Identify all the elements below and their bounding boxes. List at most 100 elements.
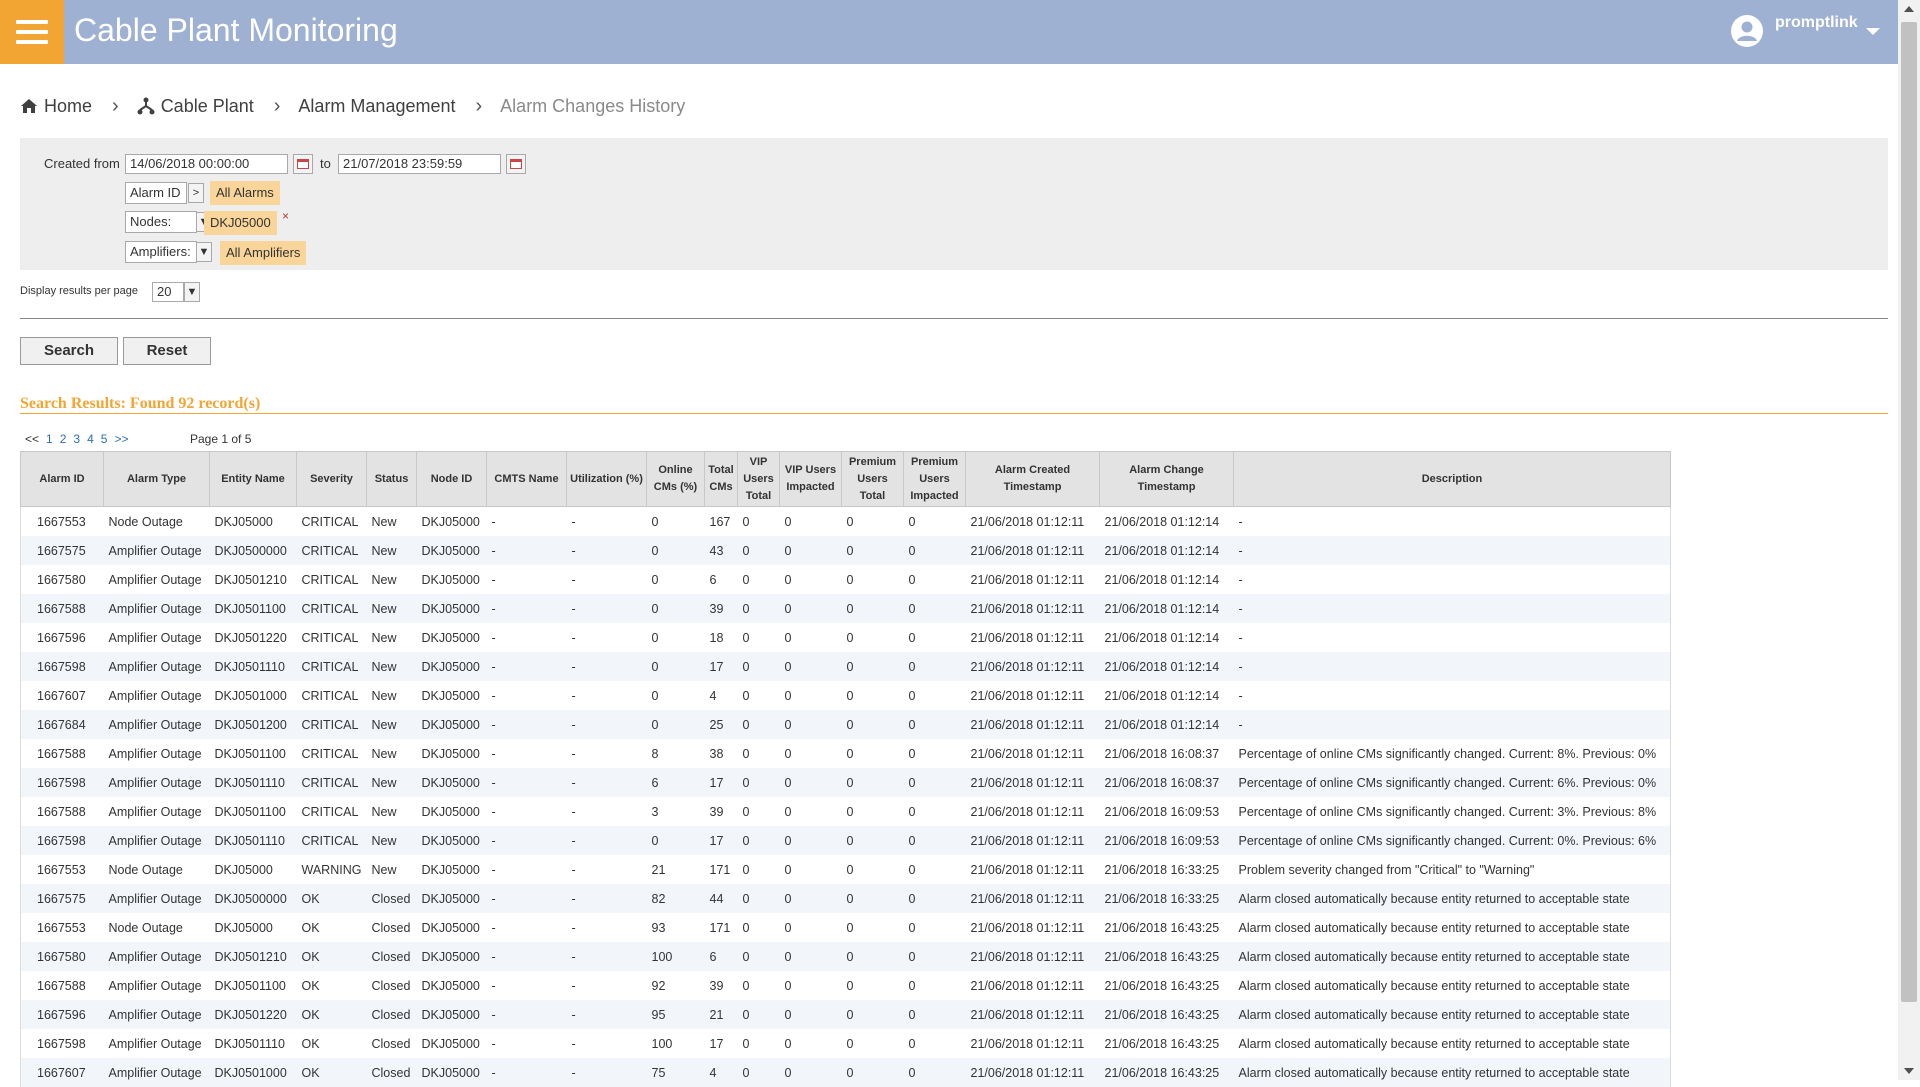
pager-page-5[interactable]: 5 <box>101 432 108 446</box>
column-header[interactable]: Alarm ID <box>21 452 104 507</box>
nodes-select[interactable]: Nodes: <box>125 211 197 233</box>
node-filter-tag[interactable]: DKJ05000 <box>204 211 277 235</box>
pager-first[interactable]: << <box>25 432 39 446</box>
table-cell: 21/06/2018 01:12:11 <box>966 826 1100 855</box>
breadcrumb-home[interactable]: Home <box>20 96 92 117</box>
column-header[interactable]: Status <box>367 452 417 507</box>
table-row[interactable]: 1667553Node OutageDKJ05000WARNINGNewDKJ0… <box>21 855 1671 884</box>
table-cell: 21/06/2018 01:12:14 <box>1100 536 1234 565</box>
table-row[interactable]: 1667598Amplifier OutageDKJ0501110CRITICA… <box>21 652 1671 681</box>
column-header[interactable]: Node ID <box>417 452 487 507</box>
pager-page-4[interactable]: 4 <box>87 432 94 446</box>
table-cell: - <box>567 536 647 565</box>
amplifiers-dropdown-icon[interactable]: ▼ <box>196 242 212 262</box>
search-button[interactable]: Search <box>20 337 118 365</box>
table-cell: Node Outage <box>104 507 210 537</box>
hamburger-icon[interactable] <box>0 0 64 64</box>
table-row[interactable]: 1667607Amplifier OutageDKJ0501000OKClose… <box>21 1058 1671 1087</box>
table-cell: 0 <box>842 768 904 797</box>
column-header[interactable]: Alarm Type <box>104 452 210 507</box>
pager-page-2[interactable]: 2 <box>60 432 67 446</box>
severity-cell: CRITICAL <box>297 710 367 739</box>
per-page-dropdown-icon[interactable]: ▼ <box>184 282 200 302</box>
table-row[interactable]: 1667580Amplifier OutageDKJ0501210OKClose… <box>21 942 1671 971</box>
table-row[interactable]: 1667588Amplifier OutageDKJ0501100CRITICA… <box>21 797 1671 826</box>
column-header[interactable]: Severity <box>297 452 367 507</box>
table-cell: 171 <box>705 913 738 942</box>
severity-cell: OK <box>297 1058 367 1087</box>
breadcrumb-cable-plant[interactable]: Cable Plant <box>137 96 254 117</box>
table-cell: 17 <box>705 652 738 681</box>
column-header[interactable]: Utilization (%) <box>567 452 647 507</box>
table-row[interactable]: 1667596Amplifier OutageDKJ0501220CRITICA… <box>21 623 1671 652</box>
table-row[interactable]: 1667553Node OutageDKJ05000CRITICALNewDKJ… <box>21 507 1671 537</box>
table-cell: Alarm closed automatically because entit… <box>1234 1000 1671 1029</box>
date-to-input[interactable]: 21/07/2018 23:59:59 <box>338 154 501 174</box>
amplifier-filter-tag[interactable]: All Amplifiers <box>220 241 306 265</box>
table-cell: 17 <box>705 826 738 855</box>
table-cell: 21/06/2018 01:12:11 <box>966 768 1100 797</box>
pager-page-3[interactable]: 3 <box>73 432 80 446</box>
table-cell: 0 <box>780 681 842 710</box>
scrollbar-thumb[interactable] <box>1901 22 1917 1002</box>
table-row[interactable]: 1667575Amplifier OutageDKJ0500000CRITICA… <box>21 536 1671 565</box>
table-cell: Closed <box>367 971 417 1000</box>
calendar-icon[interactable] <box>506 154 526 174</box>
pager-last[interactable]: >> <box>114 432 128 446</box>
date-from-input[interactable]: 14/06/2018 00:00:00 <box>125 154 288 174</box>
table-cell: DKJ05000 <box>417 739 487 768</box>
user-menu-caret-icon[interactable] <box>1866 28 1880 35</box>
table-row[interactable]: 1667580Amplifier OutageDKJ0501210CRITICA… <box>21 565 1671 594</box>
table-row[interactable]: 1667588Amplifier OutageDKJ0501100CRITICA… <box>21 594 1671 623</box>
vertical-scrollbar[interactable] <box>1898 0 1920 1080</box>
pager-page-1[interactable]: 1 <box>46 432 53 446</box>
table-header-row: Alarm IDAlarm TypeEntity NameSeveritySta… <box>21 452 1671 507</box>
table-cell: 0 <box>842 942 904 971</box>
user-avatar-icon[interactable] <box>1731 15 1763 47</box>
table-row[interactable]: 1667575Amplifier OutageDKJ0500000OKClose… <box>21 884 1671 913</box>
column-header[interactable]: Entity Name <box>210 452 297 507</box>
table-cell: DKJ05000 <box>417 971 487 1000</box>
table-cell: New <box>367 536 417 565</box>
alarm-filter-tag[interactable]: All Alarms <box>210 181 280 205</box>
table-row[interactable]: 1667598Amplifier OutageDKJ0501110CRITICA… <box>21 768 1671 797</box>
column-header[interactable]: VIP Users Total <box>738 452 780 507</box>
column-header[interactable]: Alarm Change Timestamp <box>1100 452 1234 507</box>
table-row[interactable]: 1667596Amplifier OutageDKJ0501220OKClose… <box>21 1000 1671 1029</box>
table-row[interactable]: 1667588Amplifier OutageDKJ0501100OKClose… <box>21 971 1671 1000</box>
per-page-select[interactable]: 20 <box>152 282 184 302</box>
table-cell: - <box>567 826 647 855</box>
remove-tag-icon[interactable]: × <box>282 209 289 223</box>
alarm-id-arrow-button[interactable]: > <box>188 183 204 203</box>
table-row[interactable]: 1667598Amplifier OutageDKJ0501110CRITICA… <box>21 826 1671 855</box>
column-header[interactable]: Alarm Created Timestamp <box>966 452 1100 507</box>
table-cell: Closed <box>367 913 417 942</box>
amplifiers-select[interactable]: Amplifiers: <box>125 241 197 263</box>
column-header[interactable]: VIP Users Impacted <box>780 452 842 507</box>
table-row[interactable]: 1667684Amplifier OutageDKJ0501200CRITICA… <box>21 710 1671 739</box>
column-header[interactable]: Online CMs (%) <box>647 452 705 507</box>
table-cell: 0 <box>842 710 904 739</box>
table-cell: 0 <box>738 1000 780 1029</box>
column-header[interactable]: Premium Users Total <box>842 452 904 507</box>
column-header[interactable]: CMTS Name <box>487 452 567 507</box>
table-row[interactable]: 1667598Amplifier OutageDKJ0501110OKClose… <box>21 1029 1671 1058</box>
alarm-id-select[interactable]: Alarm ID <box>125 182 187 204</box>
table-row[interactable]: 1667553Node OutageDKJ05000OKClosedDKJ050… <box>21 913 1671 942</box>
table-cell: 44 <box>705 884 738 913</box>
table-cell: 0 <box>738 652 780 681</box>
calendar-icon[interactable] <box>293 154 313 174</box>
table-cell: 0 <box>842 884 904 913</box>
table-row[interactable]: 1667607Amplifier OutageDKJ0501000CRITICA… <box>21 681 1671 710</box>
column-header[interactable]: Premium Users Impacted <box>904 452 966 507</box>
column-header[interactable]: Description <box>1234 452 1671 507</box>
breadcrumb: Home › Cable Plant › Alarm Management › … <box>20 94 685 118</box>
breadcrumb-alarm-management[interactable]: Alarm Management <box>298 96 455 117</box>
scroll-up-arrow-icon[interactable] <box>1904 6 1914 12</box>
scroll-down-arrow-icon[interactable] <box>1904 1068 1914 1074</box>
table-row[interactable]: 1667588Amplifier OutageDKJ0501100CRITICA… <box>21 739 1671 768</box>
user-name[interactable]: promptlink <box>1775 14 1858 32</box>
table-cell: DKJ05000 <box>417 826 487 855</box>
column-header[interactable]: Total CMs <box>705 452 738 507</box>
reset-button[interactable]: Reset <box>123 337 211 365</box>
